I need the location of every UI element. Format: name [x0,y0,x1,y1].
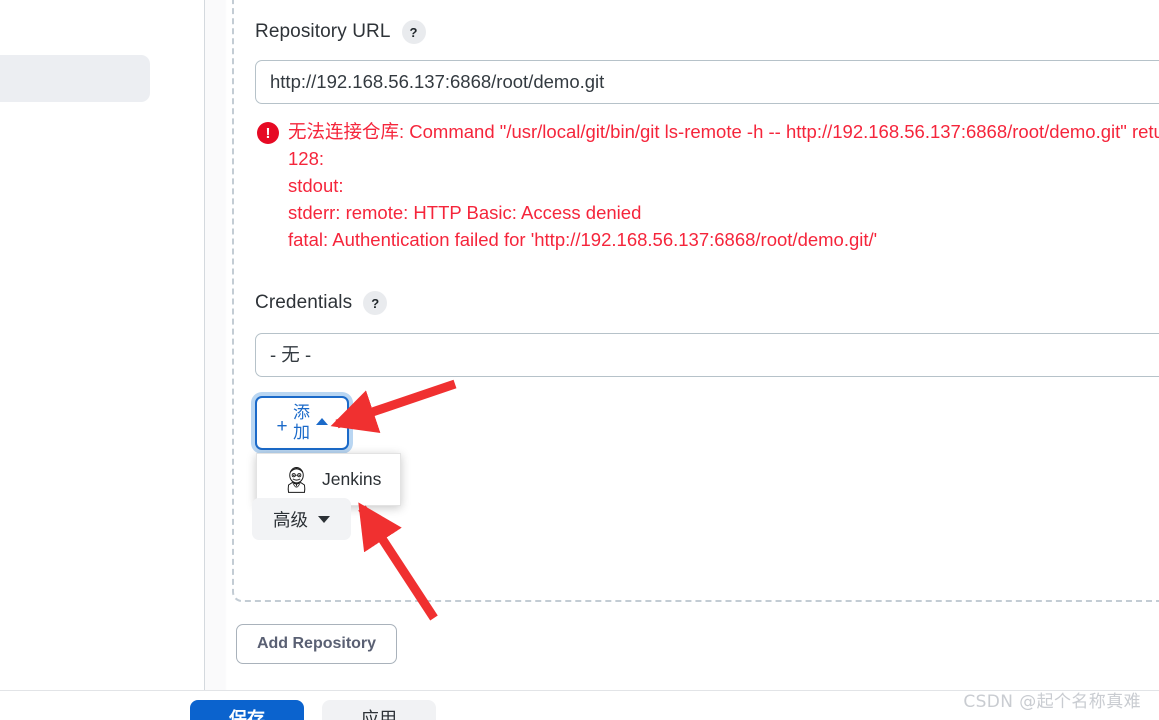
app-screenshot: Repository URL ? http://192.168.56.137:6… [0,0,1159,720]
apply-button[interactable]: 应用 [322,700,436,720]
error-line: stdout: [288,175,344,196]
error-line: 无法连接仓库: Command "/usr/local/git/bin/git … [288,121,1159,142]
plus-icon: + [276,415,288,437]
repository-url-label-row: Repository URL ? [255,20,426,44]
save-button[interactable]: 保存 [190,700,304,720]
chevron-up-icon [315,417,328,425]
add-repository-button[interactable]: Add Repository [236,624,397,664]
error-line: 128: [288,148,325,169]
left-sidebar-pane [0,0,204,690]
error-exclamation-icon: ! [257,122,279,144]
jenkins-butler-icon [284,466,309,493]
credentials-select[interactable]: - 无 - [255,333,1159,377]
chevron-down-icon [318,515,330,523]
repository-error-text: 无法连接仓库: Command "/usr/local/git/bin/git … [288,118,1159,253]
question-mark-icon[interactable]: ? [401,20,426,44]
repository-url-label: Repository URL [255,21,391,42]
advanced-button[interactable]: 高级 [252,498,351,540]
repository-config-block: Repository URL ? http://192.168.56.137:6… [232,0,1159,602]
add-credentials-button[interactable]: + 添加 [255,396,349,450]
advanced-label: 高级 [273,510,308,531]
error-line: stderr: remote: HTTP Basic: Access denie… [288,202,642,223]
repository-error-message: ! 无法连接仓库: Command "/usr/local/git/bin/gi… [257,118,1159,253]
sidebar-item-placeholder[interactable] [0,55,150,102]
add-credentials-label: 添加 [293,403,311,443]
main-content-inner: Repository URL ? http://192.168.56.137:6… [205,0,1159,690]
main-content-area: Repository URL ? http://192.168.56.137:6… [205,0,1159,690]
credentials-label-row: Credentials ? [255,291,388,315]
credentials-label: Credentials [255,292,353,313]
dropdown-item-jenkins-label: Jenkins [322,469,382,489]
error-line: fatal: Authentication failed for 'http:/… [288,229,878,250]
csdn-watermark: CSDN @起个名称真难 [963,692,1141,712]
repository-url-input[interactable]: http://192.168.56.137:6868/root/demo.git [255,60,1159,104]
question-mark-icon[interactable]: ? [363,291,388,315]
